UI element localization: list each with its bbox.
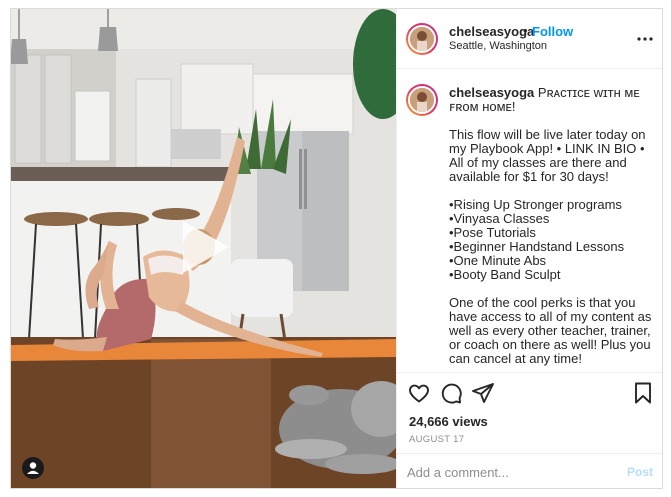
- post-header: chelseasyoga • Follow Seattle, Washingto…: [397, 9, 662, 69]
- post-actions: 24,666 views AUGUST 17 Post: [397, 372, 662, 488]
- caption-paragraph-1: This flow will be live later today on my…: [449, 127, 646, 184]
- caption-bullet: •Vinyasa Classes: [449, 211, 550, 226]
- share-button[interactable]: [471, 381, 495, 405]
- caption-bullet: •Pose Tutorials: [449, 225, 536, 240]
- comment-input[interactable]: [407, 462, 607, 482]
- post-caption: chelseasyoga Pʀᴀᴄᴛɪᴄᴇ ᴡɪᴛʜ ᴍᴇ ꜰʀᴏᴍ ʜᴏᴍᴇ!…: [449, 86, 655, 366]
- comment-icon: [441, 383, 462, 404]
- like-button[interactable]: [407, 381, 431, 405]
- caption-bullet: •One Minute Abs: [449, 253, 547, 268]
- post-comment-button[interactable]: Post: [627, 465, 653, 479]
- save-button[interactable]: [631, 381, 655, 405]
- avatar: [408, 25, 436, 53]
- caption-paragraph-2: One of the cool perks is that you have a…: [449, 295, 652, 366]
- more-options-button[interactable]: [635, 31, 655, 47]
- post-video[interactable]: [11, 9, 396, 488]
- play-button[interactable]: [177, 217, 233, 277]
- avatar: [408, 86, 436, 114]
- tagged-users-button[interactable]: [22, 457, 44, 479]
- caption-bullet: •Rising Up Stronger programs: [449, 197, 622, 212]
- location-link[interactable]: Seattle, Washington: [449, 40, 547, 52]
- view-count[interactable]: 24,666 views: [409, 414, 488, 429]
- header-separator: •: [523, 23, 528, 38]
- caption-bullet: •Booty Band Sculpt: [449, 267, 561, 282]
- heart-icon: [409, 384, 429, 403]
- play-icon: [183, 221, 229, 273]
- more-horizontal-icon: [637, 37, 653, 41]
- post-side-panel: chelseasyoga • Follow Seattle, Washingto…: [396, 9, 662, 488]
- follow-button[interactable]: Follow: [532, 24, 573, 39]
- comment-form: Post: [397, 453, 662, 488]
- post-date[interactable]: AUGUST 17: [409, 434, 464, 445]
- user-tag-icon: [27, 462, 39, 474]
- bookmark-icon: [635, 382, 651, 404]
- comment-button[interactable]: [439, 381, 463, 405]
- header-avatar-ring[interactable]: [406, 23, 438, 55]
- instagram-post-dialog: chelseasyoga • Follow Seattle, Washingto…: [10, 8, 663, 489]
- caption-bullet: •Beginner Handstand Lessons: [449, 239, 625, 254]
- header-username-link[interactable]: chelseasyoga: [449, 24, 534, 39]
- caption-section: chelseasyoga Pʀᴀᴄᴛɪᴄᴇ ᴡɪᴛʜ ᴍᴇ ꜰʀᴏᴍ ʜᴏᴍᴇ!…: [397, 70, 662, 372]
- caption-username-link[interactable]: chelseasyoga: [449, 85, 534, 100]
- paper-plane-icon: [472, 383, 494, 403]
- caption-avatar-ring[interactable]: [406, 84, 438, 116]
